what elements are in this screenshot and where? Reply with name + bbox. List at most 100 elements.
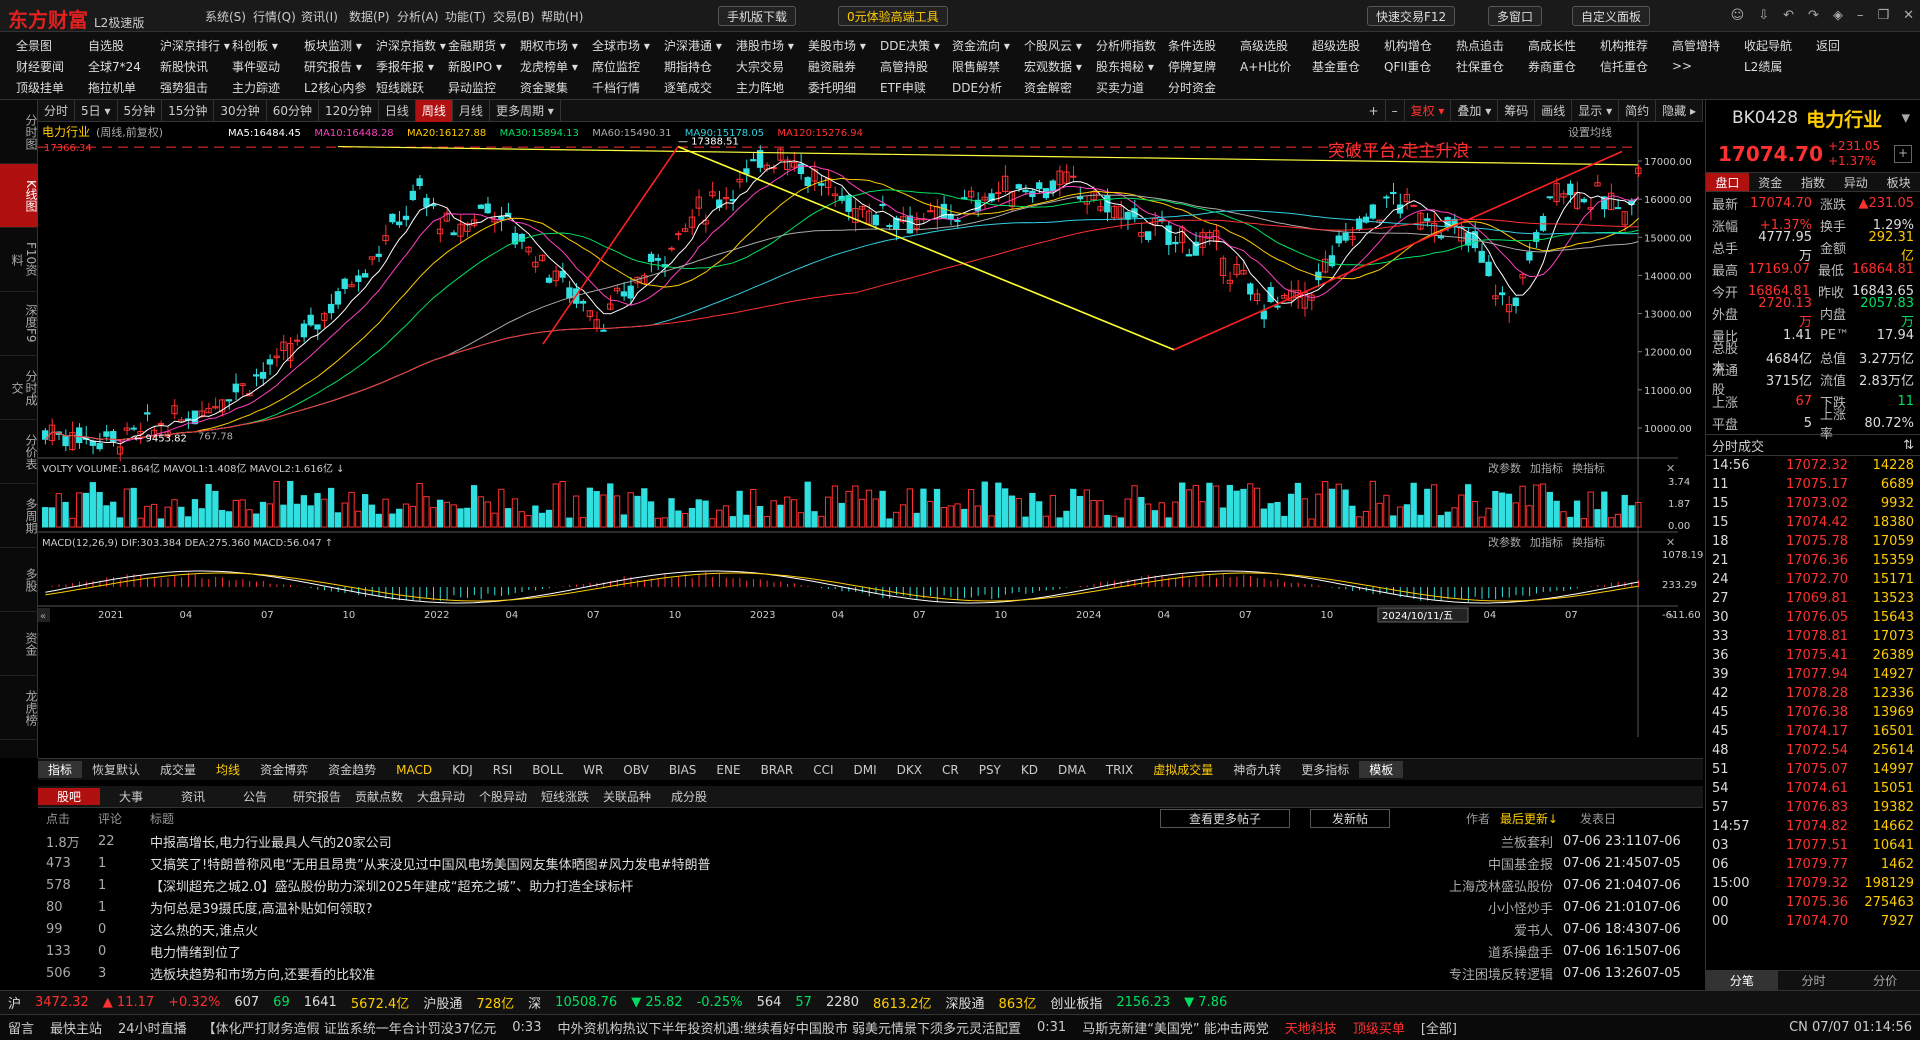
indicator-tab-2[interactable]: 成交量 xyxy=(150,761,206,778)
left-tab-3[interactable]: 深度F9 xyxy=(0,292,38,356)
left-tab-4[interactable]: 分时成交 xyxy=(0,356,38,420)
quote-tab-1[interactable]: 资金 xyxy=(1749,173,1792,191)
left-tab-0[interactable]: 分时图 xyxy=(0,100,38,164)
chart-tool-6[interactable]: 隐藏 ▸ xyxy=(1656,99,1703,122)
left-tab-5[interactable]: 分价表 xyxy=(0,420,38,484)
period-6[interactable]: 120分钟 xyxy=(319,99,379,122)
nav-item[interactable]: 信托重仓 xyxy=(1600,58,1672,75)
period-10[interactable]: 更多周期 ▾ xyxy=(490,99,561,122)
skin-icon[interactable]: ◈ xyxy=(1833,8,1843,23)
menu-item-5[interactable]: 功能(T) xyxy=(445,8,493,25)
close-icon[interactable]: ✕ xyxy=(1903,8,1914,23)
nav-item[interactable]: 金融期货 ▾ xyxy=(448,37,520,54)
indicator-tab-4[interactable]: 资金博弈 xyxy=(250,761,318,778)
left-tab-2[interactable]: F10资料 xyxy=(0,228,38,292)
more-posts-button[interactable]: 查看更多帖子 xyxy=(1160,808,1290,828)
news-author[interactable]: 专注困境反转逻辑 xyxy=(1323,964,1563,983)
custom-panel-button[interactable]: 自定义面板 xyxy=(1572,6,1651,26)
nav-item[interactable]: 返回 xyxy=(1816,37,1888,54)
quote-tab-2[interactable]: 指数 xyxy=(1792,173,1835,191)
ticks-tab-0[interactable]: 分笔 xyxy=(1706,971,1778,990)
nav-item[interactable]: 社保重仓 xyxy=(1456,58,1528,75)
left-tab-7[interactable]: 多股 xyxy=(0,548,38,612)
chart-tool-3[interactable]: 画线 xyxy=(1535,99,1573,122)
indicator-tab-19[interactable]: PSY xyxy=(969,763,1011,777)
nav-item[interactable]: 高级选股 xyxy=(1240,37,1312,54)
nav-item[interactable]: 个股风云 ▾ xyxy=(1024,37,1096,54)
indicator-tab-11[interactable]: OBV xyxy=(613,763,659,777)
bottom-item[interactable]: 0:31 xyxy=(1037,1020,1066,1035)
nav-item[interactable]: 宏观数据 ▾ xyxy=(1024,58,1096,75)
news-row[interactable]: 133 0 电力情绪到位了 道系操盘手 07-06 16:15 07-06 xyxy=(38,940,1703,962)
quote-tab-3[interactable]: 异动 xyxy=(1834,173,1877,191)
bottom-item[interactable]: 中外资机构热议下半年投资机遇:继续看好中国股市 弱美元情景下须多元灵活配置 xyxy=(557,1018,1021,1037)
indicator-tab-25[interactable]: 更多指标 xyxy=(1291,761,1359,778)
menu-item-6[interactable]: 交易(B) xyxy=(493,8,541,25)
nav-item[interactable]: 主力阵地 xyxy=(736,79,808,96)
news-title[interactable]: 这么热的天,谁点火 xyxy=(150,920,1323,939)
nav-item[interactable]: 异动监控 xyxy=(448,79,520,96)
nav-item[interactable]: 全球市场 ▾ xyxy=(592,37,664,54)
nav-item[interactable]: 收起导航 xyxy=(1744,37,1816,54)
nav-item[interactable]: 席位监控 xyxy=(592,58,664,75)
bottom-item[interactable]: 天地科技 xyxy=(1285,1018,1337,1037)
indicator-tab-5[interactable]: 资金趋势 xyxy=(318,761,386,778)
multi-window-button[interactable]: 多窗口 xyxy=(1488,6,1543,26)
indicator-tab-26[interactable]: 模板 xyxy=(1359,761,1404,778)
news-tab-2[interactable]: 资讯 xyxy=(162,788,224,805)
back-icon[interactable]: ↶ xyxy=(1783,8,1794,23)
indicator-tab-0[interactable]: 指标 xyxy=(38,761,83,778)
nav-item[interactable]: 强势狙击 xyxy=(160,79,232,96)
nav-item[interactable]: DDE决策 ▾ xyxy=(880,37,952,54)
quick-trade-button[interactable]: 快速交易F12 xyxy=(1367,6,1456,26)
news-author[interactable]: 中国基金报 xyxy=(1323,854,1563,873)
nav-item[interactable]: 板块监测 ▾ xyxy=(304,37,376,54)
nav-item[interactable]: >> xyxy=(1672,59,1744,73)
nav-item[interactable]: ETF申赎 xyxy=(880,79,952,96)
col-replies[interactable]: 评论 xyxy=(98,810,150,827)
nav-item[interactable]: DDE分析 xyxy=(952,79,1024,96)
ticks-tab-1[interactable]: 分时 xyxy=(1778,971,1850,990)
period-4[interactable]: 30分钟 xyxy=(214,99,267,122)
news-row[interactable]: 578 1 【深圳超充之城2.0】盛弘股份助力深圳2025年建成“超充之城”、助力打… xyxy=(38,874,1703,896)
left-tab-9[interactable]: 龙虎榜 xyxy=(0,676,38,740)
ticks-tab-2[interactable]: 分价 xyxy=(1849,971,1920,990)
bottom-item[interactable]: 【体化严打财务造假 证监系统一年合计罚没37亿元 xyxy=(203,1018,497,1037)
menu-item-4[interactable]: 分析(A) xyxy=(397,8,445,25)
nav-item[interactable]: 沪深港通 ▾ xyxy=(664,37,736,54)
news-tab-3[interactable]: 公告 xyxy=(224,788,286,805)
kline-svg[interactable]: 电力行业 (周线,前复权) MA5:16484.45 MA10:16448.28 MA2… xyxy=(38,122,1703,758)
nav-item[interactable]: 全景图 xyxy=(16,37,88,54)
indicator-tab-3[interactable]: 均线 xyxy=(206,761,250,778)
left-tab-8[interactable]: 资金 xyxy=(0,612,38,676)
news-tab-9[interactable]: 关联品种 xyxy=(596,788,658,805)
nav-item[interactable]: 主力踪迹 xyxy=(232,79,304,96)
news-title[interactable]: 电力情绪到位了 xyxy=(150,942,1323,961)
period-7[interactable]: 日线 xyxy=(379,99,416,122)
user-icon[interactable]: ☺ xyxy=(1731,8,1745,23)
bottom-item[interactable]: 留言 xyxy=(8,1018,34,1037)
download-icon[interactable]: ⇩ xyxy=(1758,8,1769,23)
news-author[interactable]: 兰板套利 xyxy=(1323,832,1563,851)
news-tab-5[interactable]: 贡献点数 xyxy=(348,788,410,805)
nav-item[interactable]: 资金流向 ▾ xyxy=(952,37,1024,54)
indicator-tab-10[interactable]: WR xyxy=(573,763,613,777)
indicator-tab-7[interactable]: KDJ xyxy=(442,763,483,777)
nav-item[interactable]: 科创板 ▾ xyxy=(232,37,304,54)
chart-tool-2[interactable]: 筹码 xyxy=(1498,99,1536,122)
bottom-item[interactable]: 顶级买单 xyxy=(1353,1018,1405,1037)
indicator-tab-18[interactable]: CR xyxy=(932,763,969,777)
nav-item[interactable]: A+H比价 xyxy=(1240,58,1312,75)
nav-item[interactable]: 拖拉机单 xyxy=(88,79,160,96)
nav-item[interactable]: 资金解密 xyxy=(1024,79,1096,96)
indicator-tab-8[interactable]: RSI xyxy=(483,763,523,777)
period-1[interactable]: 5日 ▾ xyxy=(75,99,118,122)
nav-item[interactable]: 财经要闻 xyxy=(16,58,88,75)
news-title[interactable]: 选板块趋势和市场方向,还要看的比较准 xyxy=(150,964,1323,983)
nav-item[interactable]: 机构增仓 xyxy=(1384,37,1456,54)
nav-item[interactable]: QFII重仓 xyxy=(1384,58,1456,75)
nav-item[interactable]: 期权市场 ▾ xyxy=(520,37,592,54)
menu-item-3[interactable]: 数据(P) xyxy=(349,8,397,25)
news-tab-4[interactable]: 研究报告 xyxy=(286,788,348,805)
menu-item-1[interactable]: 行情(Q) xyxy=(253,8,301,25)
